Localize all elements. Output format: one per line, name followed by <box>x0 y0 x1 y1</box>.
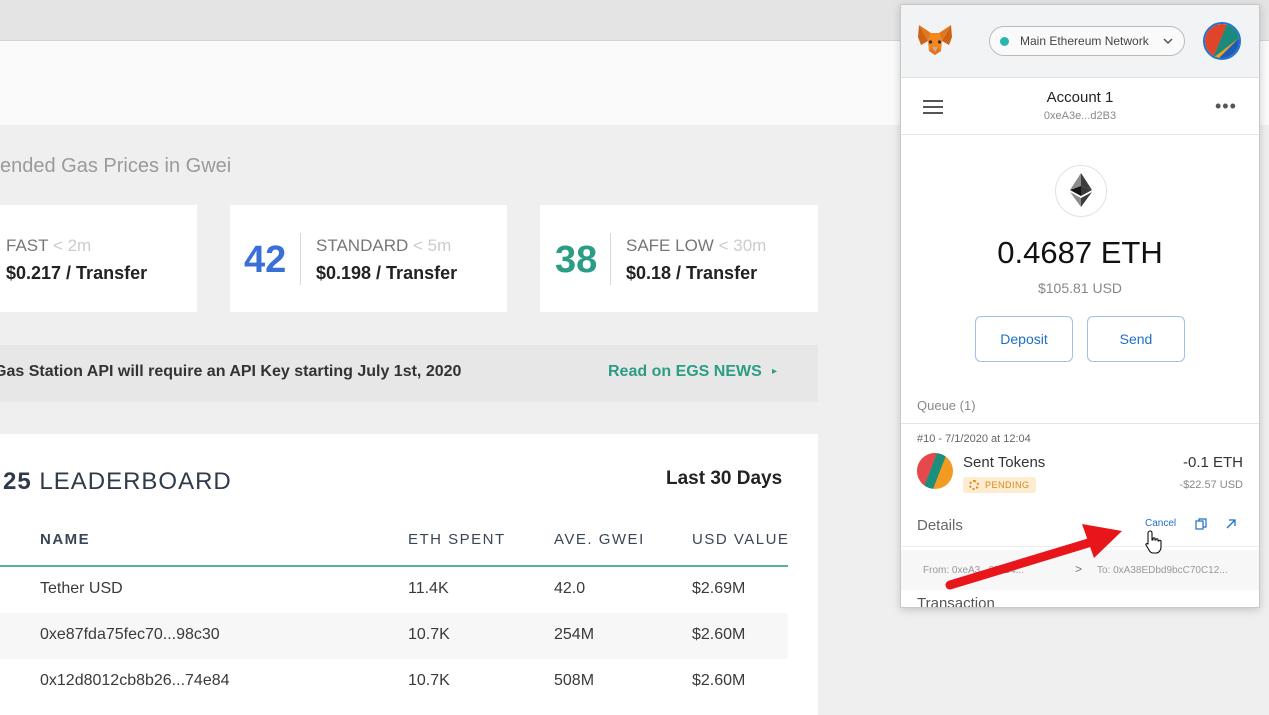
cell-eth-spent: 10.7K <box>408 672 450 689</box>
gas-card-label: SAFE LOW <box>626 236 714 255</box>
token-icon <box>917 453 953 489</box>
cell-eth-spent: 10.7K <box>408 626 450 643</box>
column-header-eth-spent[interactable]: ETH SPENT <box>408 531 506 548</box>
from-address: From: 0xeA3...07114... <box>923 565 1024 576</box>
gas-card-price: $0.217 / Transfer <box>6 263 148 283</box>
pending-spinner-icon <box>969 480 979 490</box>
eth-balance: 0.4687 ETH <box>997 235 1163 270</box>
from-to-row: From: 0xeA3...07114... > To: 0xA38EDbd9b… <box>901 550 1259 590</box>
table-row[interactable]: 0xe87fda75fec70...98c30 10.7K 254M $2.60… <box>0 613 788 659</box>
transaction-label: Transaction <box>917 595 995 608</box>
details-divider <box>901 546 1259 547</box>
arrow-right-icon: > <box>1075 562 1083 576</box>
account-address[interactable]: 0xeA3e...d2B3 <box>901 110 1259 122</box>
column-header-name[interactable]: NAME <box>40 531 90 548</box>
cancel-button[interactable]: Cancel <box>1145 518 1176 529</box>
gas-card-fast: FAST < 2m $0.217 / Transfer <box>0 205 197 312</box>
ethereum-icon <box>1055 165 1107 217</box>
gas-card-time: < 30m <box>718 236 767 255</box>
leaderboard-title-number: 25 <box>3 468 32 495</box>
cell-name: Tether USD <box>40 580 123 597</box>
external-link-icon[interactable] <box>1225 518 1237 530</box>
cell-ave-gwei: 254M <box>554 626 595 643</box>
tx-date: #10 - 7/1/2020 at 12:04 <box>917 433 1031 445</box>
gas-card-divider <box>610 233 611 285</box>
table-row[interactable]: Tether USD 11.4K 42.0 $2.69M <box>0 567 788 613</box>
to-address: To: 0xA38EDbd9bcC70C12... <box>1097 565 1228 576</box>
metamask-popup: Main Ethereum Network Account 1 0xeA3e..… <box>900 4 1260 608</box>
column-header-ave-gwei[interactable]: AVE. GWEI <box>554 531 645 548</box>
leaderboard-period[interactable]: Last 30 Days <box>666 468 782 490</box>
cell-ave-gwei: 508M <box>554 672 595 689</box>
tx-amount: -0.1 ETH <box>1182 454 1243 471</box>
cell-eth-spent: 11.4K <box>408 580 449 597</box>
cell-usd-value: $2.60M <box>692 672 746 689</box>
gas-card-label: FAST <box>6 236 49 255</box>
leaderboard-title: 25 LEADERBOARD <box>3 468 232 496</box>
gas-card-standard: 42 STANDARD < 5m $0.198 / Transfer <box>230 205 507 312</box>
queue-label: Queue (1) <box>917 398 976 413</box>
news-banner: Gas Station API will require an API Key … <box>0 345 818 402</box>
gas-card-time: < 2m <box>52 236 92 255</box>
cell-usd-value: $2.60M <box>692 626 746 643</box>
deposit-button[interactable]: Deposit <box>975 316 1073 362</box>
send-button[interactable]: Send <box>1087 316 1185 362</box>
gas-card-price: $0.18 / Transfer <box>626 263 758 283</box>
leaderboard-panel: 25 LEADERBOARD Last 30 Days NAME ETH SPE… <box>0 434 818 715</box>
copy-icon[interactable] <box>1195 518 1207 530</box>
pending-label: PENDING <box>985 480 1030 490</box>
leaderboard-title-word: LEADERBOARD <box>39 468 232 495</box>
pending-badge: PENDING <box>963 477 1036 493</box>
gas-card-time: < 5m <box>412 236 452 255</box>
metamask-header: Main Ethereum Network <box>901 5 1259 78</box>
news-arrow-icon[interactable]: ▸ <box>772 366 777 377</box>
gas-card-price: $0.198 / Transfer <box>316 263 458 283</box>
more-options-icon[interactable]: ••• <box>1215 96 1237 117</box>
usd-balance: $105.81 USD <box>1037 280 1123 296</box>
column-header-usd-value[interactable]: USD VALUE <box>692 531 789 548</box>
gas-card-number: 38 <box>555 239 598 281</box>
gas-card-number: 42 <box>244 239 287 281</box>
gas-card-safe-low: 38 SAFE LOW < 30m $0.18 / Transfer <box>540 205 818 312</box>
cell-usd-value: $2.69M <box>692 580 746 597</box>
network-status-dot <box>1000 37 1009 46</box>
gas-card-divider <box>300 233 301 285</box>
cell-name: 0x12d8012cb8b26...74e84 <box>40 672 230 689</box>
news-text: Gas Station API will require an API Key … <box>0 363 462 380</box>
details-label: Details <box>917 517 963 534</box>
queue-divider <box>901 423 1259 424</box>
gas-prices-title: ended Gas Prices in Gwei <box>0 155 232 177</box>
news-link[interactable]: Read on EGS NEWS <box>608 363 762 381</box>
tx-title[interactable]: Sent Tokens <box>963 454 1045 471</box>
network-name: Main Ethereum Network <box>1020 34 1149 48</box>
network-selector[interactable]: Main Ethereum Network <box>989 26 1185 56</box>
account-avatar[interactable] <box>1203 22 1241 60</box>
account-name[interactable]: Account 1 <box>901 89 1259 106</box>
account-bar: Account 1 0xeA3e...d2B3 ••• <box>901 78 1259 135</box>
cell-ave-gwei: 42.0 <box>554 580 586 597</box>
chevron-down-icon <box>1163 38 1173 45</box>
tx-amount-usd: -$22.57 USD <box>1179 479 1243 491</box>
table-row[interactable]: 0x12d8012cb8b26...74e84 10.7K 508M $2.60… <box>0 659 788 705</box>
metamask-fox-icon[interactable] <box>917 23 953 57</box>
gas-card-label: STANDARD <box>316 236 409 255</box>
cell-name: 0xe87fda75fec70...98c30 <box>40 626 220 643</box>
